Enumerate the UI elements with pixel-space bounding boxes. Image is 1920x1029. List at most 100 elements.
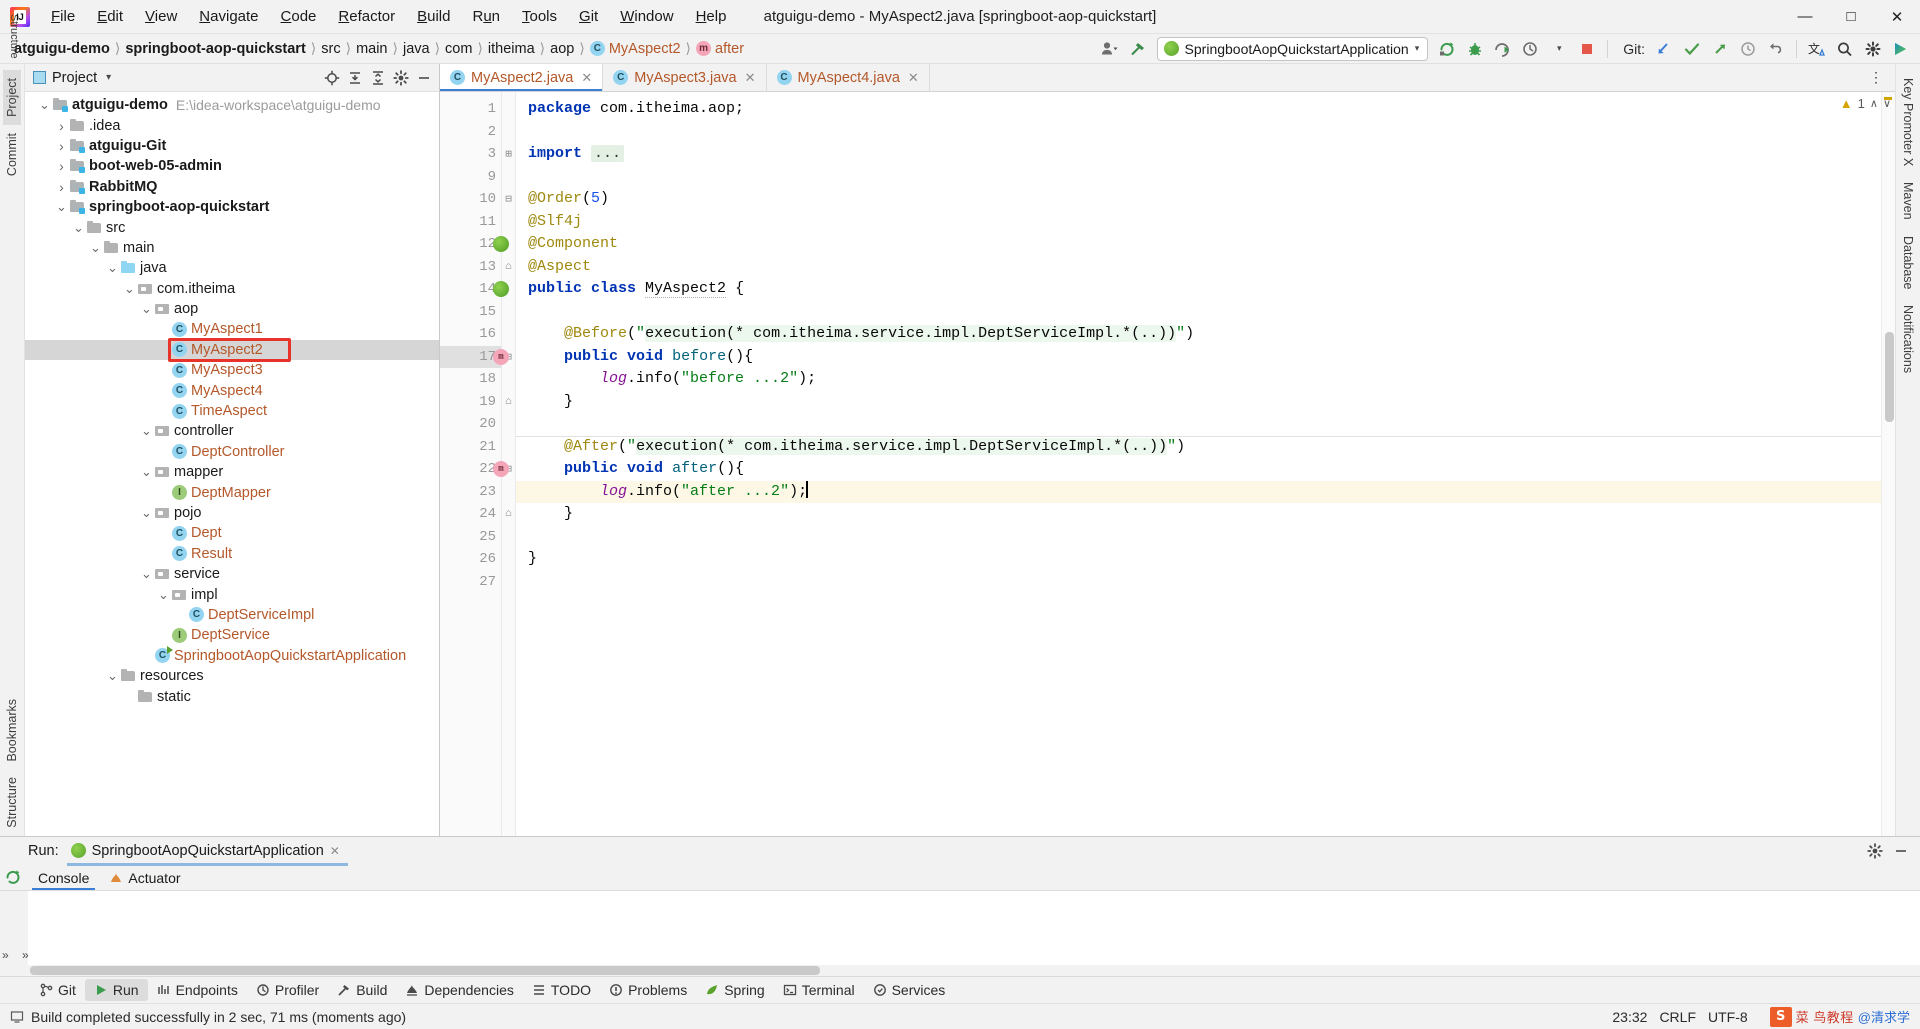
tree-item-myaspect4[interactable]: C MyAspect4 xyxy=(25,380,439,400)
ide-features-trainer-icon[interactable] xyxy=(1888,37,1914,61)
menu-navigate[interactable]: Navigate xyxy=(188,4,269,29)
tree-item-impl[interactable]: ⌄ impl xyxy=(25,584,439,604)
gutter-line-9[interactable]: 9 xyxy=(440,166,501,189)
gutter-line-25[interactable]: 25 xyxy=(440,526,501,549)
tree-item-pojo[interactable]: ⌄ pojo xyxy=(25,503,439,523)
code-line-16[interactable]: @Before("execution(* com.itheima.service… xyxy=(516,323,1881,346)
chevron-down-icon[interactable]: ⌄ xyxy=(139,424,154,437)
code-line-21[interactable]: @After("execution(* com.itheima.service.… xyxy=(516,436,1881,459)
tree-item-deptserviceimpl[interactable]: C DeptServiceImpl xyxy=(25,605,439,625)
gutter-line-23[interactable]: 23 xyxy=(440,481,501,504)
chevron-down-icon[interactable]: ⌄ xyxy=(156,588,171,601)
chevron-down-icon[interactable]: ▾ xyxy=(1546,37,1572,61)
chevron-down-icon[interactable]: ∨ xyxy=(1883,97,1891,110)
chevron-down-icon[interactable]: ⌄ xyxy=(139,302,154,315)
chevron-down-icon[interactable]: ⌄ xyxy=(105,669,120,682)
tree-item-myaspect2[interactable]: C MyAspect2 xyxy=(25,339,439,361)
menu-code[interactable]: Code xyxy=(270,4,328,29)
console-horizontal-scrollbar[interactable] xyxy=(28,965,1920,976)
tree-item-service[interactable]: ⌄ service xyxy=(25,564,439,584)
tree-item-rabbitmq[interactable]: › RabbitMQ xyxy=(25,177,439,197)
run-coverage-icon[interactable] xyxy=(1490,37,1516,61)
menu-git[interactable]: Git xyxy=(568,4,609,29)
chevron-down-icon[interactable]: ⌄ xyxy=(105,261,120,274)
tool-button-run[interactable]: Run xyxy=(84,979,148,1001)
translate-icon[interactable]: 文 xyxy=(1804,37,1830,61)
settings-gear-icon[interactable] xyxy=(390,67,412,89)
fold-marker-19[interactable]: ⌂ xyxy=(502,391,515,414)
tree-item-deptservice[interactable]: I DeptService xyxy=(25,625,439,645)
tree-item-com-itheima[interactable]: ⌄ com.itheima xyxy=(25,279,439,299)
gutter-line-13[interactable]: 13 xyxy=(440,256,501,279)
tree-item-timeaspect[interactable]: C TimeAspect xyxy=(25,401,439,421)
file-encoding[interactable]: UTF-8 xyxy=(1708,1009,1748,1025)
close-icon[interactable]: ✕ xyxy=(745,70,756,86)
tool-button-profiler[interactable]: Profiler xyxy=(247,979,328,1001)
gutter-line-3[interactable]: 3 xyxy=(440,143,501,166)
gutter-line-22[interactable]: 22 m xyxy=(440,458,509,481)
tool-button-problems[interactable]: Problems xyxy=(600,979,696,1001)
gutter-line-20[interactable]: 20 xyxy=(440,413,501,436)
code-line-12[interactable]: @Component xyxy=(516,233,1881,256)
code-line-20[interactable] xyxy=(516,413,1881,436)
rerun-icon[interactable] xyxy=(1434,37,1460,61)
sidebar-item-maven[interactable]: Maven xyxy=(1899,174,1917,228)
menu-window[interactable]: Window xyxy=(609,4,684,29)
tree-item-springbootaopquickstartapplication[interactable]: C SpringbootAopQuickstartApplication xyxy=(25,646,439,666)
chevron-right-icon[interactable]: › xyxy=(54,118,69,134)
tree-item-controller[interactable]: ⌄ controller xyxy=(25,421,439,441)
gutter-line-11[interactable]: 11 xyxy=(440,211,501,234)
project-panel-title-group[interactable]: Project ▾ xyxy=(33,70,111,86)
editor-inspection-widget[interactable]: ▲ 1 ∧ ∨ xyxy=(1840,96,1891,111)
gutter-line-1[interactable]: 1 xyxy=(440,98,501,121)
scrollbar-thumb[interactable] xyxy=(30,966,820,975)
line-separator[interactable]: CRLF xyxy=(1659,1009,1696,1025)
breadcrumb-com[interactable]: com xyxy=(441,40,476,58)
tab-myaspect3[interactable]: C MyAspect3.java ✕ xyxy=(603,64,767,91)
menu-help[interactable]: Help xyxy=(685,4,738,29)
rerun-icon[interactable] xyxy=(4,868,22,886)
gutter-line-21[interactable]: 21 xyxy=(440,436,501,459)
build-hammer-icon[interactable] xyxy=(1125,37,1151,61)
gutter-line-19[interactable]: 19 xyxy=(440,391,501,414)
code-line-9[interactable] xyxy=(516,166,1881,189)
menu-tools[interactable]: Tools xyxy=(511,4,568,29)
code-line-3[interactable]: import ... xyxy=(516,143,1881,166)
code-line-19[interactable]: } xyxy=(516,391,1881,414)
menu-view[interactable]: View xyxy=(134,4,188,29)
minimize-button[interactable]: — xyxy=(1782,0,1828,34)
caret-position[interactable]: 23:32 xyxy=(1612,1009,1647,1025)
tree-item-atguigu-demo[interactable]: ⌄ atguigu-demo E:\idea-workspace\atguigu-d… xyxy=(25,95,439,115)
project-tree[interactable]: ⌄ atguigu-demo E:\idea-workspace\atguigu-d… xyxy=(25,92,439,836)
menu-run[interactable]: Run xyxy=(461,4,511,29)
tool-button-git[interactable]: Git xyxy=(30,979,85,1001)
console-output[interactable]: » » xyxy=(2,891,1920,976)
tree-item-springboot-aop-quickstart[interactable]: ⌄ springboot-aop-quickstart xyxy=(25,197,439,217)
fold-marker-13[interactable]: ⌂ xyxy=(502,256,515,279)
tab-myaspect4[interactable]: C MyAspect4.java ✕ xyxy=(766,64,930,91)
tree-item-atguigu-git[interactable]: › atguigu-Git xyxy=(25,136,439,156)
expand-left-icon-2[interactable]: » xyxy=(22,948,29,962)
chevron-down-icon[interactable]: ⌄ xyxy=(122,282,137,295)
breadcrumb-myaspect2[interactable]: C MyAspect2 xyxy=(586,40,685,58)
code-line-17[interactable]: public void before(){ xyxy=(516,346,1881,369)
git-rollback-icon[interactable] xyxy=(1763,37,1789,61)
tool-button-build[interactable]: Build xyxy=(328,979,396,1001)
editor-gutter[interactable]: 1 2 3 9 10 11 12 13 14 15 16 17 m 18 19 20 21 22 m 23 24 25 26… xyxy=(440,92,509,836)
tree-item-aop[interactable]: ⌄ aop xyxy=(25,299,439,319)
tab-myaspect2[interactable]: C MyAspect2.java ✕ xyxy=(440,64,604,91)
tree-item-myaspect1[interactable]: C MyAspect1 xyxy=(25,319,439,339)
breadcrumb-java[interactable]: java xyxy=(399,40,434,58)
run-configuration-selector[interactable]: SpringbootAopQuickstartApplication ▾ xyxy=(1156,36,1429,61)
tab-console[interactable]: Console xyxy=(28,867,99,890)
chevron-down-icon[interactable]: ⌄ xyxy=(139,506,154,519)
run-config-tab[interactable]: SpringbootAopQuickstartApplication ✕ xyxy=(66,841,349,866)
git-update-icon[interactable] xyxy=(1651,37,1677,61)
chevron-down-icon[interactable]: ⌄ xyxy=(54,200,69,213)
gutter-line-15[interactable]: 15 xyxy=(440,301,501,324)
gutter-line-2[interactable]: 2 xyxy=(440,121,501,144)
breadcrumb-itheima[interactable]: itheima xyxy=(484,40,539,58)
code-line-22[interactable]: public void after(){ xyxy=(516,458,1881,481)
tool-button-todo[interactable]: TODO xyxy=(523,979,600,1001)
chevron-down-icon[interactable]: ⌄ xyxy=(37,98,52,111)
